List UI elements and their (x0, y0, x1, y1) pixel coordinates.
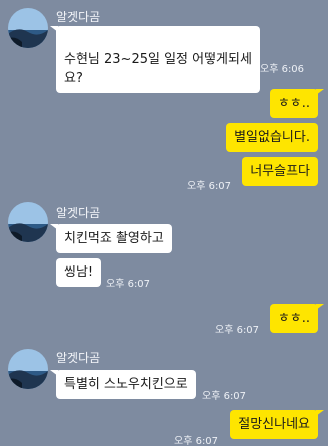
message-bubble-outgoing[interactable]: 절망신나네요 (230, 410, 318, 439)
sender-name: 알겟다곰 (56, 10, 101, 24)
message-time: 오후 6:07 (187, 181, 232, 192)
message-time: 오후 6:07 (215, 325, 260, 336)
profile-photo-icon (8, 8, 48, 48)
message-text: 너무슬프다 (250, 164, 310, 179)
message-bubble-incoming[interactable]: 씽남! (56, 258, 102, 287)
message-time: 오후 6:06 (260, 64, 305, 75)
bubble-tail (316, 410, 324, 416)
message-bubble-outgoing[interactable]: 너무슬프다 (242, 157, 318, 186)
message-bubble-incoming[interactable]: 수현님 23~25일 일정 어떻게되세 요? (56, 26, 260, 93)
message-text: 절망신나네요 (238, 417, 310, 432)
avatar[interactable] (8, 8, 48, 48)
message-text: 별일없습니다. (234, 130, 310, 145)
message-bubble-outgoing[interactable]: 별일없습니다. (226, 123, 318, 152)
message-bubble-incoming[interactable]: 치킨먹죠 촬영하고 (56, 224, 172, 253)
message-bubble-incoming[interactable]: 특별히 스노우치킨으로 (56, 370, 196, 399)
sender-name: 알겟다곰 (56, 351, 101, 365)
message-time: 오후 6:07 (174, 436, 219, 446)
profile-photo-icon (8, 202, 48, 242)
message-text: 수현님 23~25일 일정 어떻게되세 요? (64, 52, 252, 86)
message-text: ㅎㅎ.. (277, 311, 310, 326)
sender-name: 알겟다곰 (56, 206, 101, 220)
message-time: 오후 6:07 (202, 391, 247, 402)
profile-photo-icon (8, 349, 48, 389)
message-text: 특별히 스노우치킨으로 (64, 377, 188, 392)
message-bubble-outgoing[interactable]: ㅎㅎ.. (269, 304, 318, 333)
bubble-tail (316, 89, 324, 95)
message-text: 씽남! (64, 265, 94, 280)
avatar[interactable] (8, 202, 48, 242)
bubble-tail (316, 304, 324, 310)
message-bubble-outgoing[interactable]: ㅎㅎ.. (269, 89, 318, 118)
message-text: ㅎㅎ.. (277, 96, 310, 111)
avatar[interactable] (8, 349, 48, 389)
message-time: 오후 6:07 (106, 279, 151, 290)
message-text: 치킨먹죠 촬영하고 (64, 231, 164, 246)
